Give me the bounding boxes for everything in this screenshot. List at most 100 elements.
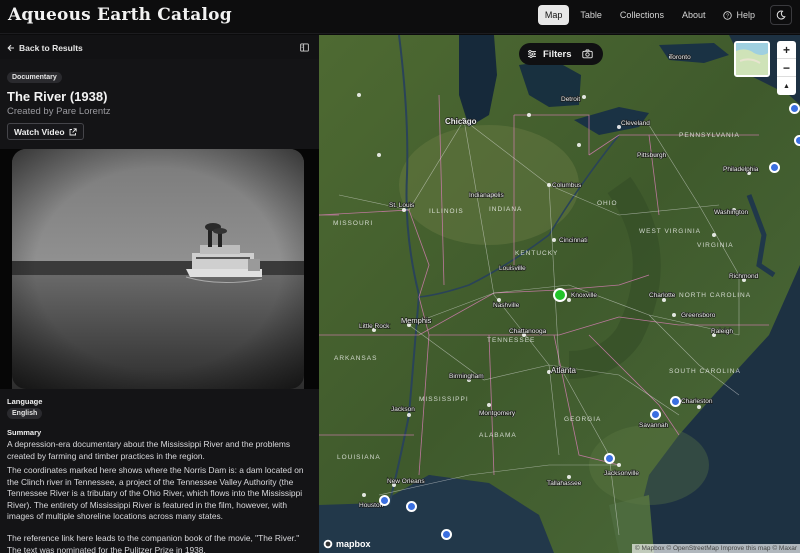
summary-paragraph: The reference link here leads to the com… [7, 533, 300, 553]
location-marker[interactable] [670, 396, 681, 407]
city-label: Detroit [561, 96, 580, 103]
state-label: LOUISIANA [337, 454, 381, 461]
location-marker[interactable] [794, 135, 800, 146]
city-label: Columbus [552, 182, 582, 189]
video-thumbnail[interactable] [0, 149, 319, 389]
city-label: Pittsburgh [637, 152, 667, 159]
state-label: KENTUCKY [515, 250, 558, 257]
city-label: Tallahassee [547, 480, 582, 487]
sidebar-header: Back to Results [0, 35, 319, 59]
state-label: ARKANSAS [334, 355, 377, 362]
summary-paragraph: The coordinates marked here shows where … [7, 465, 304, 521]
help-icon: ? [723, 10, 733, 20]
zoom-in-button[interactable]: + [777, 41, 796, 59]
state-label: TENNESSEE [487, 337, 535, 344]
mapbox-logo[interactable]: mapbox [323, 539, 371, 549]
main-nav: Map Table Collections About ? Help [537, 5, 762, 25]
city-label: Memphis [401, 316, 432, 325]
city-label: Chattanooga [509, 328, 547, 335]
state-label: OHIO [597, 200, 618, 207]
city-label: Washington [714, 209, 748, 216]
state-label: INDIANA [489, 206, 522, 213]
state-label: NORTH CAROLINA [679, 292, 751, 299]
city-label: Knoxville [571, 292, 597, 299]
state-label: VIRGINIA [697, 242, 734, 249]
state-label: MISSOURI [333, 220, 373, 227]
back-label: Back to Results [19, 43, 83, 53]
svg-text:?: ? [726, 13, 729, 19]
zoom-out-button[interactable]: − [777, 59, 796, 77]
city-label: Savannah [639, 422, 669, 429]
map-view[interactable]: Chicago Detroit Toronto Cleveland Pittsb… [319, 35, 800, 553]
minimap-thumbnail[interactable] [734, 41, 770, 77]
state-label: ILLINOIS [429, 208, 464, 215]
city-label: Indianapolis [469, 192, 504, 199]
moon-icon [776, 10, 786, 20]
nav-about[interactable]: About [675, 5, 713, 25]
summary-heading: Summary [7, 428, 42, 437]
city-label: Birmingham [449, 373, 484, 380]
location-marker[interactable] [789, 103, 800, 114]
location-marker[interactable] [650, 409, 661, 420]
summary-paragraph: A depression-era documentary about the M… [7, 439, 291, 461]
city-label: Charleston [681, 398, 713, 405]
camera-icon[interactable] [581, 49, 593, 59]
city-label: Cincinnati [559, 237, 588, 244]
mapbox-logo-icon [323, 539, 333, 549]
location-marker[interactable] [441, 529, 452, 540]
city-label: Montgomery [479, 410, 516, 417]
language-heading: Language [7, 397, 43, 406]
city-label: Charlotte [649, 292, 676, 299]
sliders-icon[interactable] [527, 49, 537, 59]
city-label: Raleigh [711, 328, 733, 335]
state-label: WEST VIRGINIA [639, 228, 701, 235]
filters-button[interactable]: Filters [543, 49, 572, 60]
minimap-image [736, 43, 768, 75]
watch-video-button[interactable]: Watch Video [7, 123, 84, 140]
city-label: Philadelphia [723, 166, 759, 173]
app-title[interactable]: Aqueous Earth Catalog [8, 5, 232, 25]
item-creator: Created by Pare Lorentz [7, 106, 111, 117]
zoom-controls: + − ▲ [777, 41, 796, 95]
location-marker[interactable] [604, 453, 615, 464]
city-label: Little Rock [359, 323, 390, 330]
nav-map[interactable]: Map [537, 5, 570, 25]
location-marker[interactable] [406, 501, 417, 512]
film-still-image [12, 149, 304, 389]
watch-video-label: Watch Video [14, 126, 65, 137]
detail-sidebar: Back to Results Documentary The River (1… [0, 35, 319, 553]
language-badge: English [7, 408, 43, 419]
city-label: Louisville [499, 265, 526, 272]
theme-toggle-button[interactable] [770, 5, 792, 25]
mapbox-logo-text: mapbox [336, 539, 371, 549]
nav-help[interactable]: ? Help [716, 5, 762, 25]
state-label: MISSISSIPPI [419, 396, 469, 403]
nav-help-label: Help [736, 10, 755, 20]
filters-control: Filters [519, 43, 603, 65]
state-label: PENNSYLVANIA [679, 132, 740, 139]
nav-collections[interactable]: Collections [613, 5, 671, 25]
city-label: Cleveland [621, 120, 650, 127]
city-label: Nashville [493, 302, 520, 309]
city-label: Toronto [669, 54, 691, 61]
compass-button[interactable]: ▲ [777, 77, 796, 95]
selected-location-marker[interactable] [553, 288, 567, 302]
arrow-left-icon [7, 44, 14, 52]
state-label: SOUTH CAROLINA [669, 368, 741, 375]
collapse-panel-icon[interactable] [300, 43, 309, 52]
location-marker[interactable] [379, 495, 390, 506]
city-label: Chicago [445, 117, 477, 126]
back-to-results-link[interactable]: Back to Results [7, 43, 83, 53]
category-badge: Documentary [7, 72, 62, 83]
city-label: Jackson [391, 406, 415, 413]
nav-table[interactable]: Table [573, 5, 609, 25]
map-attribution[interactable]: © Mapbox © OpenStreetMap Improve this ma… [631, 544, 800, 553]
item-title: The River (1938) [7, 89, 108, 104]
city-label: New Orleans [387, 478, 425, 485]
city-label: Atlanta [551, 366, 576, 375]
state-label: ALABAMA [479, 432, 517, 439]
location-marker[interactable] [769, 162, 780, 173]
state-label: GEORGIA [564, 416, 601, 423]
top-bar: Aqueous Earth Catalog Map Table Collecti… [0, 0, 800, 34]
city-label: Jacksonville [604, 470, 639, 477]
